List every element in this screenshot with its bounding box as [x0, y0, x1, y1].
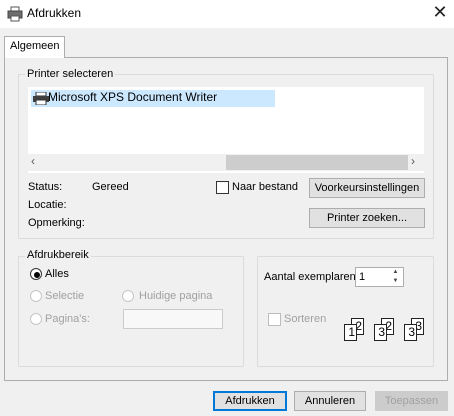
status-value: Gereed [92, 181, 129, 193]
print-button[interactable]: Afdrukken [213, 391, 287, 411]
range-current-page-radio[interactable] [122, 290, 134, 302]
comment-label: Opmerking: [28, 217, 85, 229]
collate-checkbox[interactable] [268, 313, 281, 326]
copies-value: 1 [359, 271, 366, 283]
printer-group-title: Printer selecteren [25, 68, 116, 80]
cancel-button[interactable]: Annuleren [294, 391, 366, 411]
collate-label: Sorteren [284, 313, 327, 325]
range-pages-radio[interactable] [30, 313, 42, 325]
tab-general[interactable]: Algemeen [4, 36, 65, 58]
range-all-label: Alles [45, 268, 69, 280]
spin-down-icon[interactable]: ▼ [388, 277, 403, 286]
status-label: Status: [28, 181, 63, 193]
range-all-radio[interactable] [30, 268, 42, 280]
range-pages-label: Pagina's: [45, 313, 90, 325]
page-range-group-title: Afdrukbereik [25, 249, 91, 261]
window-title: Afdrukken [27, 6, 82, 20]
print-to-file-label: Naar bestand [232, 181, 299, 193]
printer-icon [33, 91, 49, 106]
scroll-right-icon[interactable]: › [411, 154, 415, 168]
range-current-page-label: Huidige pagina [139, 290, 213, 302]
spin-up-icon[interactable]: ▲ [388, 268, 403, 277]
range-selection-label: Selectie [45, 290, 85, 302]
scrollbar-thumb[interactable] [226, 155, 408, 170]
close-icon[interactable]: ✕ [430, 3, 450, 23]
radio-selected-dot [34, 272, 40, 278]
collate-page: 1 [344, 324, 357, 341]
pages-input[interactable] [123, 309, 223, 329]
printer-icon [7, 6, 23, 22]
location-label: Locatie: [28, 199, 67, 211]
find-printer-button[interactable]: Printer zoeken... [309, 208, 425, 228]
collate-illustration: 2 1 2 3 3 3 [344, 318, 434, 350]
collate-page: 3 [374, 324, 387, 341]
printer-name: Microsoft XPS Document Writer [48, 90, 218, 104]
range-selection-radio[interactable] [30, 290, 42, 302]
apply-button[interactable]: Toepassen [375, 391, 448, 411]
preferences-button[interactable]: Voorkeursinstellingen [309, 178, 425, 198]
scroll-left-icon[interactable]: ‹ [31, 154, 35, 168]
copies-label: Aantal exemplaren: [264, 271, 359, 283]
print-to-file-checkbox[interactable] [216, 181, 229, 194]
collate-page: 3 [404, 324, 417, 341]
